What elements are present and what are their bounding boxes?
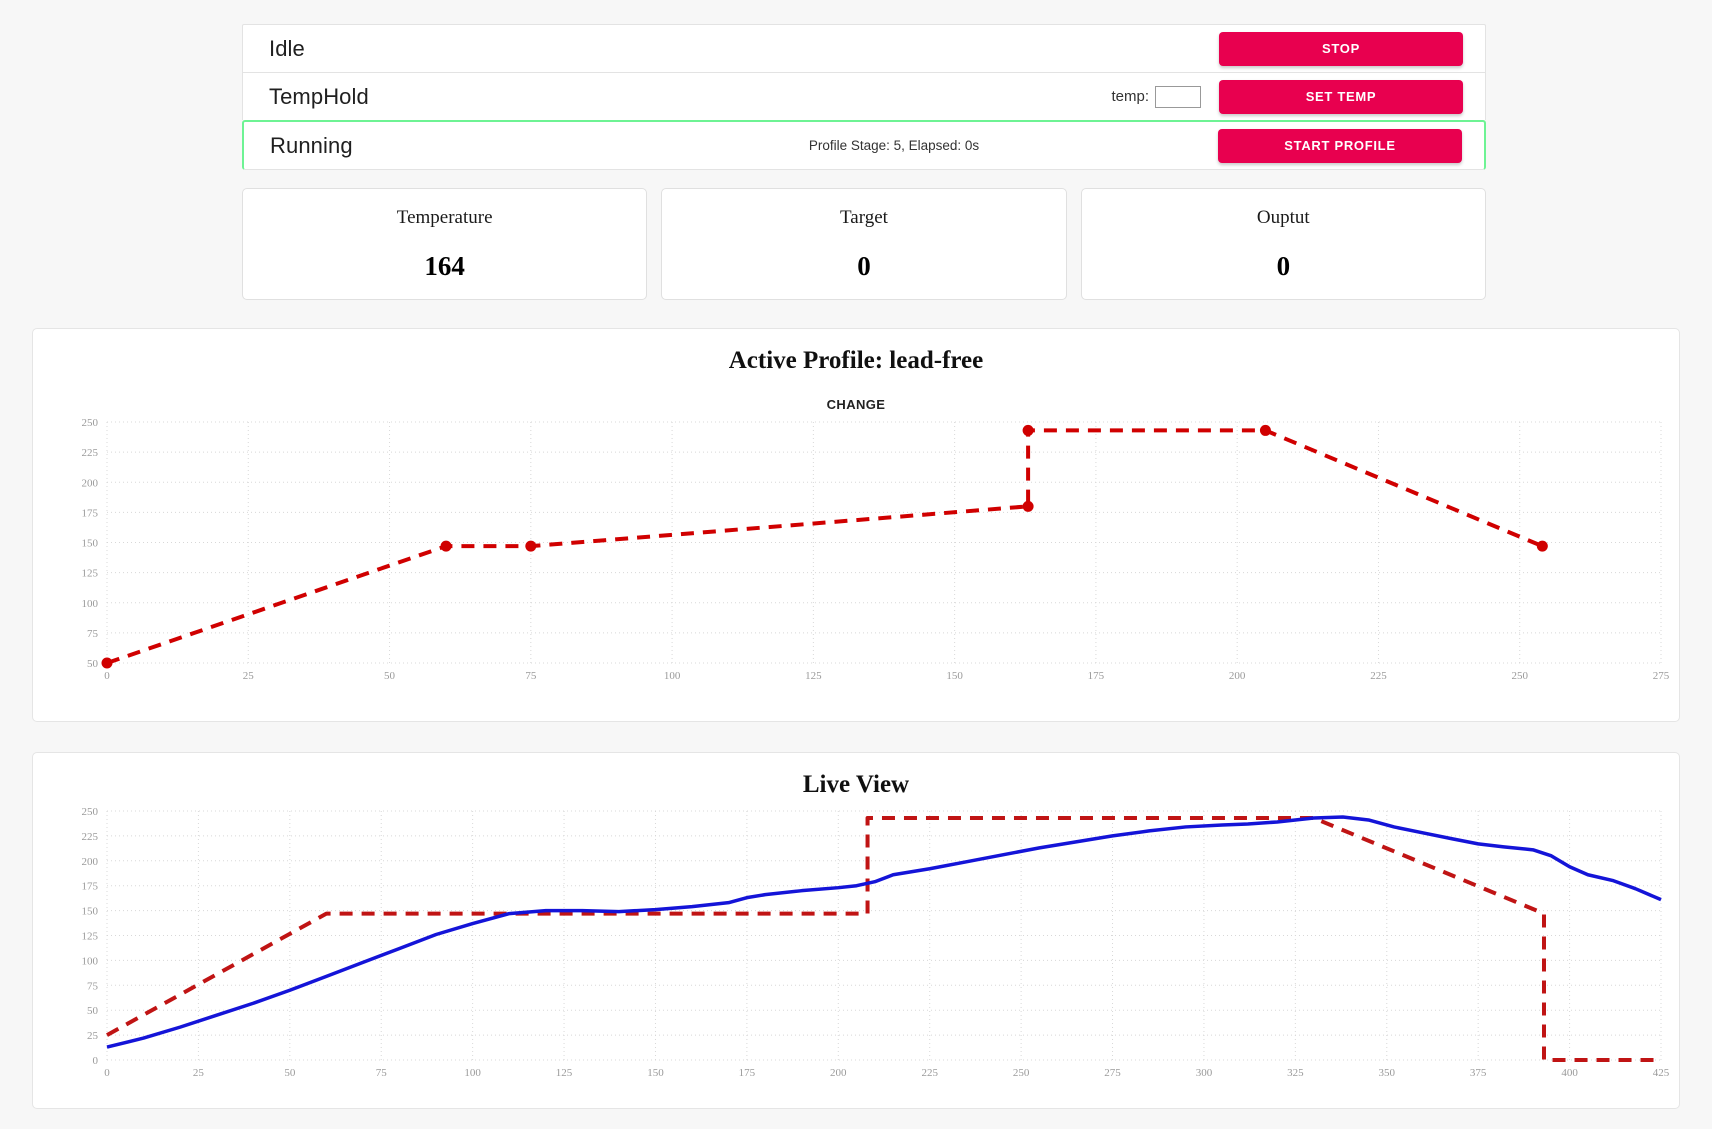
y-tick-label: 100 xyxy=(82,598,99,610)
live-view-svg[interactable]: 0 25 50 75 100 125 150 175 200 225 250 0 25 50 75 100 12… xyxy=(33,799,1679,1094)
x-tick-label: 275 xyxy=(1104,1067,1121,1079)
data-point-marker xyxy=(440,540,452,552)
temp-field-label: temp: xyxy=(1111,88,1149,105)
control-panel: Idle STOP TempHold temp: SET TEMP Runnin… xyxy=(242,24,1486,170)
y-tick-label: 125 xyxy=(82,568,99,580)
live-view-plot[interactable]: 0 25 50 75 100 125 150 175 200 225 250 0 25 50 75 100 12… xyxy=(33,799,1679,1094)
x-tick-label: 100 xyxy=(464,1067,481,1079)
stat-card-temperature-title: Temperature xyxy=(396,206,493,228)
x-tick-label: 75 xyxy=(525,670,537,682)
start-profile-button[interactable]: START PROFILE xyxy=(1218,128,1462,163)
data-point-marker xyxy=(1022,500,1034,512)
control-row-idle-label: Idle xyxy=(269,35,305,61)
y-tick-label: 25 xyxy=(87,1030,99,1042)
x-tick-label: 0 xyxy=(104,1067,110,1079)
stat-card-output: Ouptut 0 xyxy=(1080,188,1486,300)
data-point-marker xyxy=(1022,424,1034,436)
y-tick-label: 50 xyxy=(87,658,99,670)
x-tick-label: 350 xyxy=(1379,1067,1396,1079)
y-tick-label: 150 xyxy=(82,538,99,550)
y-tick-label: 175 xyxy=(82,881,99,893)
y-tick-label: 150 xyxy=(82,906,99,918)
y-tick-label: 200 xyxy=(82,477,99,489)
app-root: Idle STOP TempHold temp: SET TEMP Runnin… xyxy=(0,0,1712,1129)
x-tick-label: 100 xyxy=(664,670,681,682)
stat-card-output-value: 0 xyxy=(1276,250,1291,281)
x-tick-label: 375 xyxy=(1470,1067,1487,1079)
temp-input-group: temp: xyxy=(569,85,1219,108)
y-tick-label: 125 xyxy=(82,931,99,943)
y-tick-label: 225 xyxy=(82,447,99,459)
x-tick-label: 25 xyxy=(243,670,255,682)
series-line-profile xyxy=(106,428,1544,665)
live-view-title: Live View xyxy=(802,771,910,798)
control-row-temphold-label: TempHold xyxy=(269,83,369,109)
x-tick-label: 50 xyxy=(284,1067,296,1079)
control-row-idle: Idle STOP xyxy=(242,24,1486,72)
y-tick-label: 225 xyxy=(82,831,99,843)
stat-card-temperature: Temperature 164 xyxy=(242,188,648,300)
series-line-temperature xyxy=(106,815,1662,1049)
stop-button[interactable]: STOP xyxy=(1219,31,1463,66)
active-profile-svg[interactable]: 50 75 100 125 150 175 200 225 250 0 25 50 75 100 125 15… xyxy=(33,412,1679,697)
x-tick-label: 175 xyxy=(739,1067,756,1079)
y-tick-label: 250 xyxy=(82,417,99,429)
active-profile-panel: Active Profile: lead-free CHANGE 50 75 100… xyxy=(32,328,1680,722)
x-tick-label: 200 xyxy=(1229,670,1246,682)
x-tick-label: 250 xyxy=(1013,1067,1030,1079)
x-tick-label: 150 xyxy=(946,670,963,682)
stat-card-target: Target 0 xyxy=(661,188,1067,300)
x-tick-label: 425 xyxy=(1653,1067,1670,1079)
control-row-running: Running Profile Stage: 5, Elapsed: 0s ST… xyxy=(242,120,1486,170)
y-tick-label: 75 xyxy=(87,980,99,992)
stat-card-output-title: Ouptut xyxy=(1256,206,1310,228)
data-point-marker xyxy=(525,540,537,552)
x-tick-label: 300 xyxy=(1196,1067,1213,1079)
set-temp-button[interactable]: SET TEMP xyxy=(1219,79,1463,114)
y-tick-label: 200 xyxy=(82,856,99,868)
data-point-marker xyxy=(1259,424,1271,436)
x-tick-label: 200 xyxy=(830,1067,847,1079)
x-tick-label: 125 xyxy=(556,1067,573,1079)
x-tick-label: 0 xyxy=(104,670,110,682)
x-tick-label: 150 xyxy=(647,1067,664,1079)
x-tick-label: 50 xyxy=(384,670,396,682)
y-tick-label: 0 xyxy=(93,1055,99,1067)
series-line-setpoint xyxy=(106,815,1661,1062)
stat-card-temperature-value: 164 xyxy=(424,250,465,281)
x-tick-label: 225 xyxy=(921,1067,938,1079)
data-point-marker xyxy=(1536,540,1548,552)
profile-stage-status: Profile Stage: 5, Elapsed: 0s xyxy=(808,138,980,153)
control-row-running-label: Running xyxy=(270,132,353,158)
x-tick-label: 400 xyxy=(1561,1067,1578,1079)
stat-card-target-title: Target xyxy=(840,206,888,228)
active-profile-sublabel: CHANGE xyxy=(826,397,886,412)
x-tick-label: 275 xyxy=(1653,670,1670,682)
y-tick-label: 75 xyxy=(87,628,99,640)
control-row-temphold: TempHold temp: SET TEMP xyxy=(242,72,1486,120)
x-tick-label: 250 xyxy=(1511,670,1528,682)
x-tick-label: 175 xyxy=(1088,670,1105,682)
x-tick-label: 225 xyxy=(1370,670,1387,682)
y-tick-label: 100 xyxy=(82,955,99,967)
data-point-marker xyxy=(101,657,113,669)
temp-input[interactable] xyxy=(1155,85,1201,108)
x-tick-label: 325 xyxy=(1287,1067,1304,1079)
active-profile-plot[interactable]: 50 75 100 125 150 175 200 225 250 0 25 50 75 100 125 15… xyxy=(33,412,1679,697)
stat-card-target-value: 0 xyxy=(857,250,871,281)
stat-cards: Temperature 164 Target 0 Ouptut 0 xyxy=(242,188,1486,300)
live-view-panel: Live View 0 25 50 75 100 125 150 175 200 225 250 0 2… xyxy=(32,752,1680,1109)
x-tick-label: 125 xyxy=(805,670,822,682)
y-tick-label: 250 xyxy=(82,806,99,818)
y-tick-label: 50 xyxy=(87,1005,99,1017)
y-tick-label: 175 xyxy=(82,507,99,519)
x-tick-label: 25 xyxy=(193,1067,205,1079)
x-tick-label: 75 xyxy=(376,1067,388,1079)
active-profile-title: Active Profile: lead-free xyxy=(728,347,984,374)
